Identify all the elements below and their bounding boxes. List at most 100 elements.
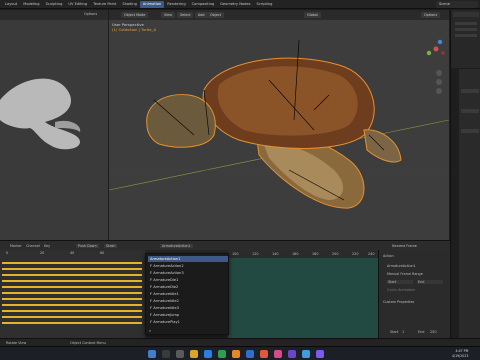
cyclic-checkbox[interactable]: Cyclic Animation bbox=[387, 288, 415, 292]
frame-tick: 140 bbox=[272, 252, 279, 256]
app-icon[interactable] bbox=[316, 350, 324, 358]
app-icon[interactable] bbox=[246, 350, 254, 358]
end-frame-value[interactable]: 250 bbox=[430, 330, 436, 334]
property-row[interactable] bbox=[461, 89, 479, 93]
property-row[interactable] bbox=[461, 129, 479, 133]
action-panel[interactable]: Action ArmatureAction1 Manual Frame Rang… bbox=[378, 250, 450, 338]
status-bar: Rotate View Object Context Menu bbox=[0, 338, 480, 346]
marker-menu[interactable]: Marker bbox=[10, 244, 22, 248]
workspace-tab[interactable]: Compositing bbox=[189, 1, 218, 8]
action-item[interactable]: F ArmatureAction2 bbox=[148, 263, 228, 269]
hand-icon[interactable] bbox=[436, 70, 442, 76]
camera-icon[interactable] bbox=[436, 79, 442, 85]
add-menu[interactable]: Add bbox=[195, 12, 208, 18]
app-icon[interactable] bbox=[260, 350, 268, 358]
grid-icon[interactable] bbox=[436, 88, 442, 94]
outliner-row[interactable] bbox=[455, 22, 477, 25]
start-frame-field[interactable]: Start bbox=[390, 330, 398, 334]
options-button[interactable]: Options bbox=[421, 12, 441, 18]
timeline-ruler: 100 120 140 160 180 200 220 240 bbox=[228, 250, 378, 258]
range-start-field[interactable]: Start bbox=[387, 280, 413, 284]
action-item[interactable]: F ArmatureIdle3 bbox=[148, 305, 228, 311]
select-menu[interactable]: Select bbox=[177, 12, 194, 18]
clock-date: 4/19/2023 bbox=[452, 353, 469, 358]
workspace-tab[interactable]: Rendering bbox=[164, 1, 188, 8]
frame-tick: 120 bbox=[252, 252, 259, 256]
mode-selector[interactable]: Object Mode bbox=[121, 12, 149, 18]
view-menu[interactable]: View bbox=[161, 12, 176, 18]
timeline-area[interactable]: 100 120 140 160 180 200 220 240 bbox=[228, 250, 378, 338]
active-object-label: (1) Collection | Turtle_A bbox=[112, 27, 157, 32]
task-view-icon[interactable] bbox=[176, 350, 184, 358]
stash-button[interactable]: Stash bbox=[104, 243, 118, 248]
frame-tick: 20 bbox=[40, 251, 45, 255]
push-down-button[interactable]: Push Down bbox=[76, 243, 99, 248]
transform-orientation[interactable]: Global bbox=[304, 12, 321, 18]
edge-icon[interactable] bbox=[204, 350, 212, 358]
range-end-field[interactable]: End bbox=[417, 280, 443, 284]
action-item[interactable]: F ArmatureJump bbox=[148, 312, 228, 318]
object-menu[interactable]: Object bbox=[207, 12, 225, 18]
outliner-panel[interactable] bbox=[450, 10, 480, 68]
action-dropdown[interactable]: ArmatureAction1 F ArmatureAction2 F Arma… bbox=[145, 253, 229, 335]
workspace-tab[interactable]: Shading bbox=[119, 1, 140, 8]
navigation-gizmo[interactable] bbox=[425, 38, 447, 60]
action-panel-title: Action bbox=[383, 254, 394, 258]
workspace-tab[interactable]: Sculpting bbox=[43, 1, 66, 8]
left-viewport[interactable]: Options bbox=[0, 10, 108, 240]
blender-icon[interactable] bbox=[232, 350, 240, 358]
channel-menu[interactable]: Channel bbox=[26, 244, 40, 248]
start-frame-value[interactable]: 1 bbox=[402, 330, 404, 334]
app-icon[interactable] bbox=[288, 350, 296, 358]
system-clock[interactable]: 4:47 PM 4/19/2023 bbox=[452, 349, 468, 358]
action-item[interactable]: ArmatureAction1 bbox=[148, 256, 228, 262]
dopesheet-channels[interactable]: 0 20 40 60 bbox=[0, 250, 145, 338]
action-item[interactable]: F ArmatureIdle1 bbox=[148, 291, 228, 297]
property-row[interactable] bbox=[461, 109, 479, 113]
playback-range: Start 1 End 250 bbox=[378, 329, 450, 337]
outliner-row[interactable] bbox=[455, 34, 477, 37]
frame-tick: 220 bbox=[352, 252, 359, 256]
scene-selector[interactable]: Scene bbox=[436, 1, 478, 8]
end-frame-field[interactable]: End bbox=[418, 330, 424, 334]
reference-shape bbox=[0, 78, 81, 150]
dopesheet-header: Marker Channel Key Push Down Stash Armat… bbox=[0, 241, 450, 250]
search-icon[interactable] bbox=[162, 350, 170, 358]
search-icon[interactable]: ⌕ bbox=[149, 328, 151, 333]
workspace-tab[interactable]: Layout bbox=[2, 1, 20, 8]
action-name-field[interactable]: ArmatureAction1 bbox=[387, 264, 416, 268]
properties-panel[interactable] bbox=[450, 69, 480, 349]
app-icon[interactable] bbox=[274, 350, 282, 358]
workspace-tab[interactable]: Scripting bbox=[253, 1, 275, 8]
action-selector[interactable]: ArmatureAction1 bbox=[160, 243, 193, 248]
workspace-tab[interactable]: Texture Paint bbox=[90, 1, 119, 8]
options-button[interactable]: Options bbox=[84, 12, 97, 16]
action-item[interactable]: F ArmatureIdle2 bbox=[148, 298, 228, 304]
frame-tick: 240 bbox=[368, 252, 375, 256]
viewport-info: User Perspective (1) Collection | Turtle… bbox=[112, 22, 156, 32]
action-item[interactable]: F ArmatureAction3 bbox=[148, 270, 228, 276]
workspace-tab[interactable]: Modeling bbox=[20, 1, 42, 8]
frame-tick: 160 bbox=[292, 252, 299, 256]
workspace-tab[interactable]: UV Editing bbox=[65, 1, 90, 8]
workspace-tabs: Layout Modeling Sculpting UV Editing Tex… bbox=[2, 1, 275, 8]
main-viewport[interactable]: Object Mode View Select Add Object Globa… bbox=[109, 10, 449, 240]
store-icon[interactable] bbox=[218, 350, 226, 358]
custom-properties-section[interactable]: Custom Properties bbox=[383, 300, 414, 304]
file-explorer-icon[interactable] bbox=[190, 350, 198, 358]
workspace-tab-animation[interactable]: Animation bbox=[139, 1, 165, 8]
outliner-row[interactable] bbox=[455, 28, 477, 31]
frame-tick: 100 bbox=[232, 252, 239, 256]
app-icon[interactable] bbox=[302, 350, 310, 358]
action-item[interactable]: F ArmatureDie2 bbox=[148, 284, 228, 290]
manual-range-checkbox[interactable]: Manual Frame Range bbox=[387, 272, 423, 276]
action-item[interactable]: F ArmatureDie1 bbox=[148, 277, 228, 283]
workspace-tab[interactable]: Geometry Nodes bbox=[217, 1, 253, 8]
properties-tabs bbox=[451, 69, 459, 349]
start-icon[interactable] bbox=[148, 350, 156, 358]
key-menu[interactable]: Key bbox=[44, 244, 50, 248]
frame-tick: 0 bbox=[6, 251, 9, 255]
left-viewport-header: Options bbox=[0, 10, 108, 20]
action-item[interactable]: F ArmaturePlay1 bbox=[148, 319, 228, 325]
snap-mode-selector[interactable]: Nearest Frame bbox=[392, 244, 417, 248]
